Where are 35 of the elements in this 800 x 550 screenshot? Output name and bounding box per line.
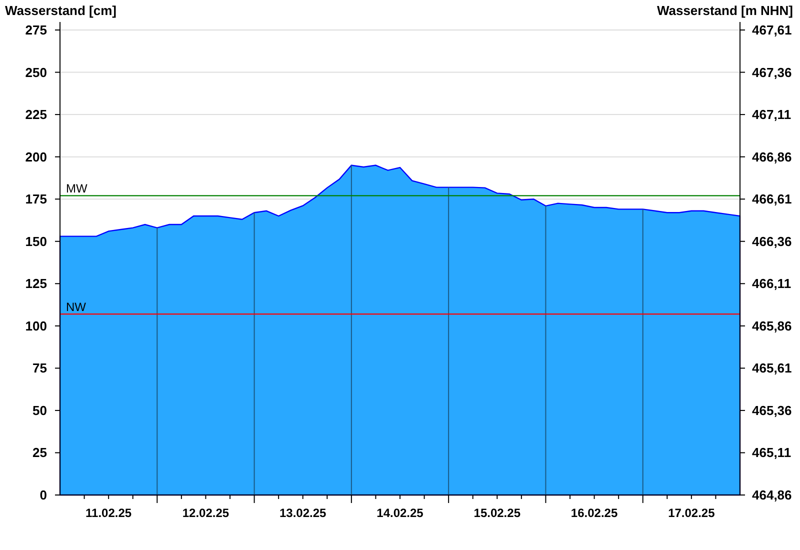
y-tick-label: 25 — [32, 445, 47, 460]
x-tick-label: 12.02.25 — [182, 506, 230, 520]
y-tick-label: 0 — [40, 488, 47, 502]
reference-line-label: NW — [66, 300, 86, 314]
y-tick-label: 465,86 — [752, 318, 792, 334]
y-tick-label: 200 — [25, 149, 47, 164]
y-tick-label: 467,11 — [752, 107, 792, 122]
x-tick-label: 15.02.25 — [474, 506, 520, 520]
x-tick-label: 17.02.25 — [668, 506, 715, 520]
x-tick-label: 14.02.25 — [376, 506, 424, 520]
y-tick-label: 225 — [25, 107, 47, 122]
y-tick-label: 100 — [25, 318, 47, 334]
y-tick-label: 467,61 — [752, 22, 792, 38]
x-tick-label: 13.02.25 — [280, 506, 326, 520]
y-tick-label: 175 — [25, 192, 47, 207]
y-tick-label: 465,61 — [752, 360, 792, 376]
y-tick-label: 250 — [25, 64, 47, 80]
y-tick-label: 467,36 — [752, 64, 792, 80]
reference-line-label: MW — [66, 182, 88, 196]
x-tick-label: 16.02.25 — [570, 506, 618, 520]
y-tick-label: 150 — [25, 234, 47, 249]
y-tick-label: 50 — [32, 402, 47, 418]
y-tick-label: 466,36 — [752, 234, 792, 249]
y-tick-label: 75 — [32, 360, 47, 376]
y-axis-title: Wasserstand [m NHN] — [656, 3, 793, 18]
y-tick-label: 465,11 — [752, 445, 792, 460]
y-tick-label: 125 — [25, 276, 47, 292]
y-axis-title: Wasserstand [cm] — [5, 3, 116, 18]
y-tick-label: 466,11 — [752, 276, 792, 292]
y-tick-label: 466,61 — [752, 192, 792, 207]
y-tick-label: 465,36 — [752, 402, 792, 418]
x-tick-label: 11.02.25 — [86, 506, 132, 520]
y-tick-label: 466,86 — [752, 149, 792, 164]
y-tick-label: 464,86 — [752, 488, 792, 502]
y-tick-label: 275 — [25, 22, 47, 38]
